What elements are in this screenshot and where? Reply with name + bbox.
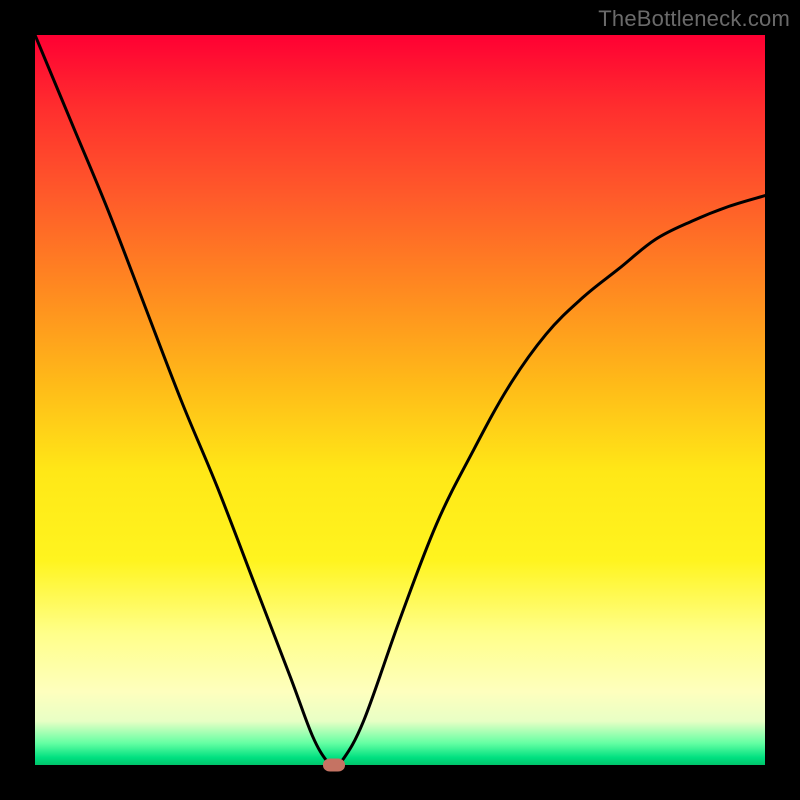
chart-frame: TheBottleneck.com [0, 0, 800, 800]
plot-area [35, 35, 765, 765]
v-curve-path [35, 35, 765, 765]
minimum-marker [323, 759, 345, 772]
watermark-text: TheBottleneck.com [598, 6, 790, 32]
